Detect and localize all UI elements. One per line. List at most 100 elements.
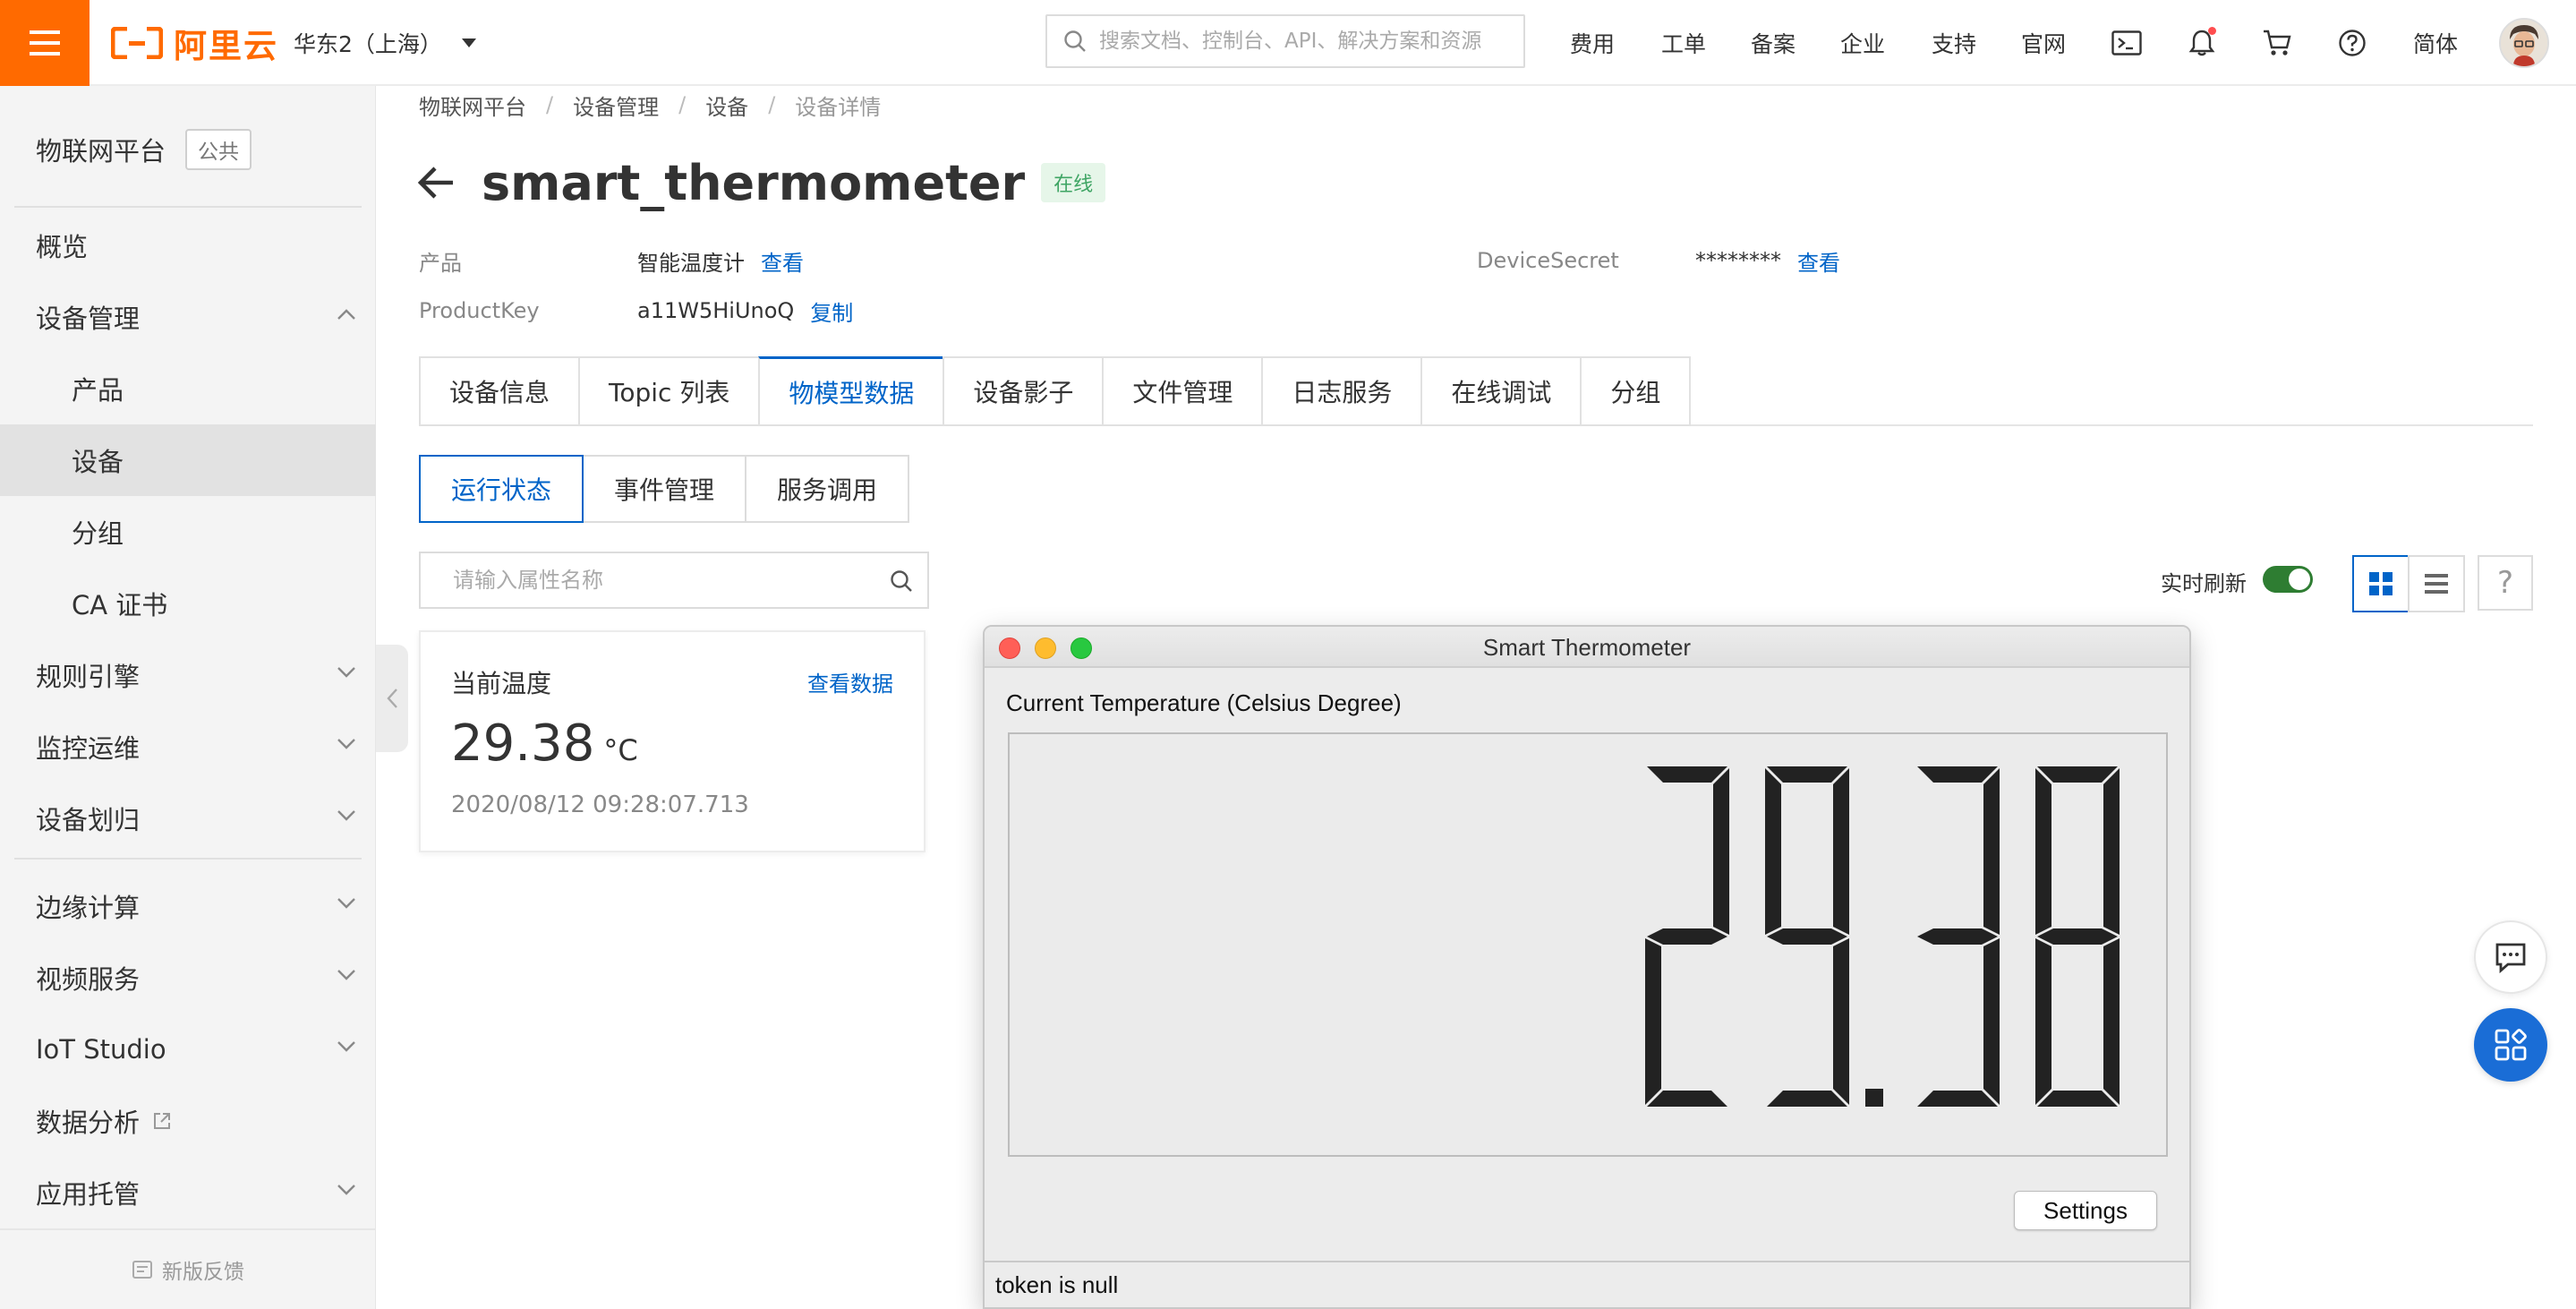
tab-log-service[interactable]: 日志服务 xyxy=(1261,356,1421,426)
list-icon xyxy=(2425,574,2448,594)
lcd-segment xyxy=(1917,1091,1998,1107)
sidebar-item-edge-computing[interactable]: 边缘计算 xyxy=(0,870,376,942)
cloud-shell-button[interactable] xyxy=(2109,25,2145,61)
tab-tsl-data[interactable]: 物模型数据 xyxy=(758,356,943,426)
breadcrumb-devices[interactable]: 设备 xyxy=(705,90,748,121)
subtab-service-invocation[interactable]: 服务调用 xyxy=(745,455,910,523)
sidebar-item-label: 设备管理 xyxy=(36,304,141,334)
window-title: Smart Thermometer xyxy=(1482,634,1692,661)
sidebar-item-data-analytics[interactable]: 数据分析 xyxy=(0,1085,376,1157)
property-search[interactable] xyxy=(419,552,929,609)
feedback-label: 新版反馈 xyxy=(162,1261,244,1284)
nav-enterprise[interactable]: 企业 xyxy=(1840,0,1885,86)
back-arrow-icon[interactable] xyxy=(415,165,456,201)
list-view-button[interactable] xyxy=(2408,555,2465,612)
external-link-icon xyxy=(154,1113,171,1129)
property-card-temperature: 当前温度 查看数据 29.38 °C 2020/08/12 09:28:07.7… xyxy=(419,630,925,852)
window-titlebar[interactable]: Smart Thermometer xyxy=(985,627,2189,668)
sidebar-item-video-service[interactable]: 视频服务 xyxy=(0,942,376,1014)
view-devicesecret-link[interactable]: 查看 xyxy=(1797,245,1840,277)
tab-topic-list[interactable]: Topic 列表 xyxy=(578,356,759,426)
chat-button[interactable] xyxy=(2474,920,2547,994)
realtime-refresh-toggle[interactable] xyxy=(2263,566,2313,593)
search-icon[interactable] xyxy=(890,569,913,593)
lcd-segment xyxy=(1983,938,2000,1105)
lcd-segment xyxy=(1917,766,1998,783)
breadcrumb-device-management[interactable]: 设备管理 xyxy=(573,90,659,121)
copy-productkey-link[interactable]: 复制 xyxy=(810,295,853,327)
status-text: token is null xyxy=(995,1270,1119,1298)
cart-button[interactable] xyxy=(2259,25,2295,61)
sidebar-item-label: 设备划归 xyxy=(36,805,141,835)
aliyun-logo-icon xyxy=(111,27,163,59)
breadcrumb-device-detail: 设备详情 xyxy=(795,94,882,120)
sidebar-divider xyxy=(14,206,362,208)
productkey-value: a11W5HiUnoQ xyxy=(637,298,795,323)
seven-segment-readout xyxy=(1645,766,2120,1107)
lcd-display xyxy=(1008,732,2168,1157)
property-search-input[interactable] xyxy=(451,567,872,594)
user-avatar[interactable] xyxy=(2499,18,2549,68)
sidebar-item-rules-engine[interactable]: 规则引擎 xyxy=(0,639,376,711)
tab-groups[interactable]: 分组 xyxy=(1580,356,1692,426)
breadcrumb-iot-platform[interactable]: 物联网平台 xyxy=(419,90,526,121)
global-search[interactable] xyxy=(1045,14,1525,68)
help-center-button[interactable] xyxy=(2334,25,2370,61)
sidebar-item-products[interactable]: 产品 xyxy=(0,353,376,424)
sidebar-item-label: 数据分析 xyxy=(36,1108,141,1138)
sidebar-item-monitoring[interactable]: 监控运维 xyxy=(0,711,376,783)
sidebar-item-label: 边缘计算 xyxy=(36,893,141,923)
feedback-icon xyxy=(132,1261,152,1279)
settings-button[interactable]: Settings xyxy=(2014,1191,2157,1230)
help-button[interactable]: ? xyxy=(2478,555,2533,611)
lcd-segment xyxy=(1647,1091,1727,1107)
view-data-link[interactable]: 查看数据 xyxy=(807,666,893,697)
sidebar-collapse-button[interactable] xyxy=(376,645,408,752)
lcd-segment xyxy=(1767,928,1847,945)
lcd-segment xyxy=(1647,766,1727,783)
sidebar-item-label: 概览 xyxy=(36,232,89,262)
language-switch[interactable]: 简体 xyxy=(2413,0,2458,86)
feedback-link[interactable]: 新版反馈 xyxy=(0,1228,376,1309)
tsl-subtabs: 运行状态 事件管理 服务调用 xyxy=(419,455,910,523)
nav-icp[interactable]: 备案 xyxy=(1751,0,1796,86)
sidebar-item-groups[interactable]: 分组 xyxy=(0,496,376,568)
tab-online-debug[interactable]: 在线调试 xyxy=(1420,356,1581,426)
nav-fees[interactable]: 费用 xyxy=(1570,0,1615,86)
tab-device-info[interactable]: 设备信息 xyxy=(419,356,579,426)
toggle-knob xyxy=(2289,569,2310,590)
tab-file-management[interactable]: 文件管理 xyxy=(1102,356,1262,426)
menu-button[interactable] xyxy=(0,0,90,86)
subtab-running-status[interactable]: 运行状态 xyxy=(419,455,584,523)
temperature-unit: °C xyxy=(603,733,638,767)
sidebar-item-label: 产品 xyxy=(72,375,124,406)
tab-device-shadow[interactable]: 设备影子 xyxy=(943,356,1103,426)
sidebar-item-device-transfer[interactable]: 设备划归 xyxy=(0,783,376,854)
product-value: 智能温度计 xyxy=(637,250,745,276)
sidebar-item-device-management[interactable]: 设备管理 xyxy=(0,281,376,353)
subtab-event-management[interactable]: 事件管理 xyxy=(582,455,747,523)
sidebar-item-label: 规则引擎 xyxy=(36,662,141,692)
chevron-down-icon xyxy=(337,739,355,749)
nav-support[interactable]: 支持 xyxy=(1932,0,1976,86)
view-product-link[interactable]: 查看 xyxy=(761,245,804,277)
grid-view-button[interactable] xyxy=(2352,555,2410,612)
sidebar-item-label: 设备 xyxy=(72,447,124,477)
sidebar-item-iot-studio[interactable]: IoT Studio xyxy=(0,1014,376,1085)
region-selector[interactable]: 华东2（上海） xyxy=(294,25,476,61)
sidebar-item-app-hosting[interactable]: 应用托管 xyxy=(0,1157,376,1228)
nav-tickets[interactable]: 工单 xyxy=(1661,0,1706,86)
nav-website[interactable]: 官网 xyxy=(2021,0,2066,86)
brand-logo[interactable]: 阿里云 xyxy=(111,21,278,65)
productkey-label: ProductKey xyxy=(419,298,540,323)
global-search-input[interactable] xyxy=(1097,29,1509,54)
apps-button[interactable] xyxy=(2474,1008,2547,1082)
notifications-button[interactable] xyxy=(2184,25,2220,61)
sidebar-item-label: 分组 xyxy=(72,518,124,549)
sidebar-item-ca-certificate[interactable]: CA 证书 xyxy=(0,568,376,639)
sidebar: 物联网平台 公共 概览 设备管理 产品 设备 分组 CA 证书 规则引擎 监控运… xyxy=(0,86,376,1309)
property-name: 当前温度 xyxy=(451,669,552,698)
page-header: smart_thermometer 在线 xyxy=(415,154,1106,211)
sidebar-item-devices[interactable]: 设备 xyxy=(0,424,376,496)
sidebar-item-overview[interactable]: 概览 xyxy=(0,210,376,281)
